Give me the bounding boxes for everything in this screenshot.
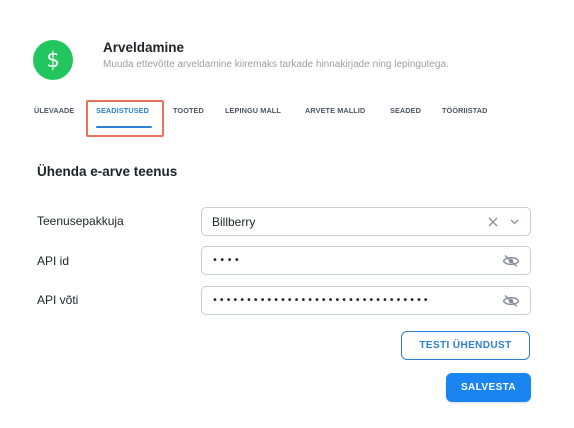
tab-seaded[interactable]: SEADED — [390, 106, 421, 115]
tab-lepingu-mall[interactable]: LEPINGU MALL — [225, 106, 281, 115]
clear-icon[interactable] — [487, 216, 499, 228]
dollar-icon: $ — [33, 40, 73, 80]
eye-off-icon[interactable] — [502, 254, 520, 268]
page-title: Arveldamine — [103, 40, 185, 55]
tab-ulevaade[interactable]: ÜLEVAADE — [34, 106, 74, 115]
api-id-field[interactable]: •••• — [201, 246, 531, 275]
tab-tooted[interactable]: TOOTED — [173, 106, 204, 115]
api-id-value: •••• — [212, 255, 242, 266]
test-connection-button[interactable]: TESTI ÜHENDUST — [401, 331, 530, 360]
tab-tooriistad[interactable]: TÖÖRIISTAD — [442, 106, 487, 115]
api-key-value: •••••••••••••••••••••••••••••••• — [212, 295, 430, 306]
provider-label: Teenusepakkuja — [37, 214, 124, 228]
provider-select[interactable]: Billberry — [201, 207, 531, 236]
save-button[interactable]: SALVESTA — [446, 373, 531, 402]
api-key-field[interactable]: •••••••••••••••••••••••••••••••• — [201, 286, 531, 315]
page-header: $ Arveldamine Muuda ettevõtte arveldamin… — [33, 40, 449, 80]
tab-arvete-mallid[interactable]: ARVETE MALLID — [305, 106, 365, 115]
highlight-box — [86, 100, 164, 137]
chevron-down-icon[interactable] — [509, 216, 520, 227]
provider-select-icons — [487, 216, 520, 228]
api-key-icons — [502, 294, 520, 308]
section-title: Ühenda e-arve teenus — [37, 164, 178, 179]
eye-off-icon[interactable] — [502, 294, 520, 308]
provider-value: Billberry — [212, 214, 256, 229]
header-text: Arveldamine Muuda ettevõtte arveldamine … — [103, 40, 449, 71]
api-id-icons — [502, 254, 520, 268]
api-id-label: API id — [37, 254, 70, 268]
page-subtitle: Muuda ettevõtte arveldamine kiiremaks ta… — [103, 59, 449, 70]
api-key-label: API võti — [37, 293, 79, 307]
